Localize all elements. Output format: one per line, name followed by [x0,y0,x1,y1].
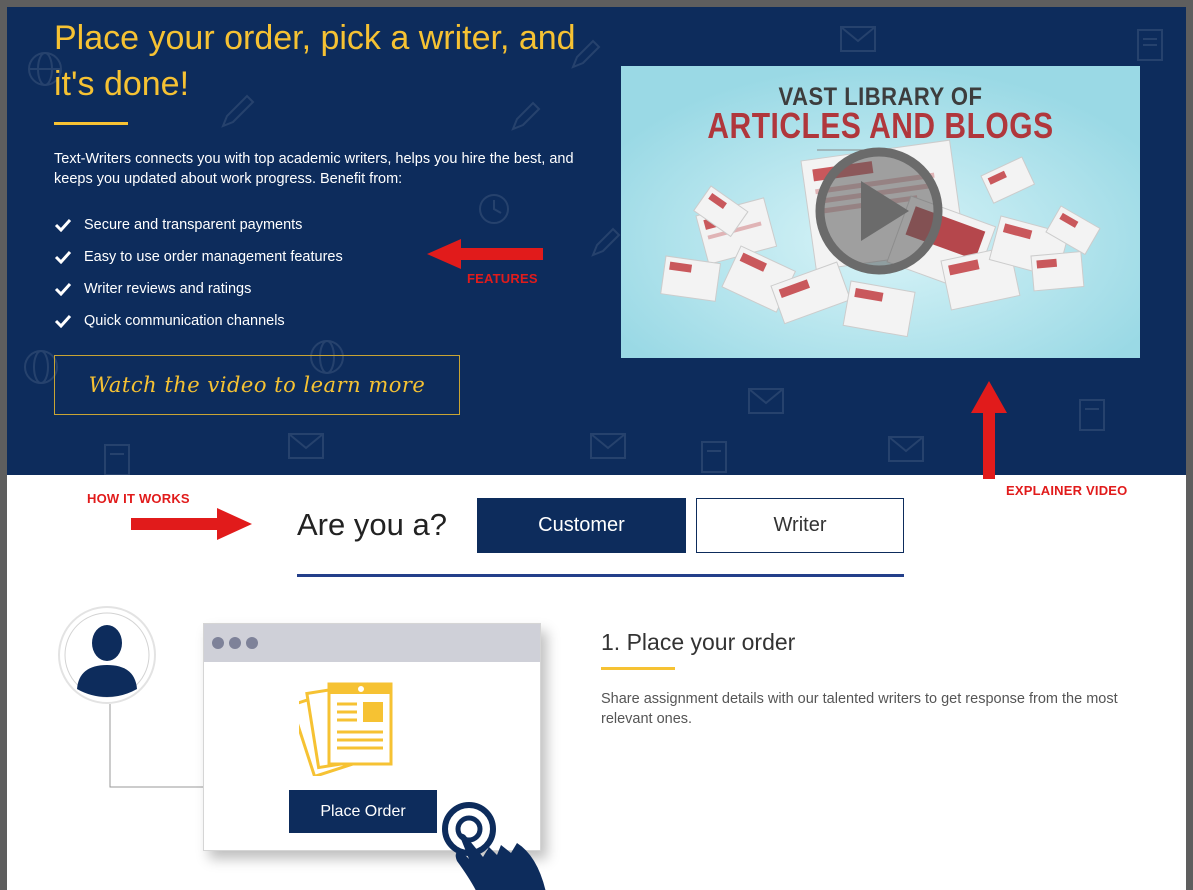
watch-video-button[interactable]: Watch the video to learn more [54,355,460,415]
step-title: 1. Place your order [601,629,796,655]
document-icon [104,444,130,475]
step-underline [601,667,675,670]
role-question: Are you a? [297,507,447,542]
clock-icon [479,194,509,224]
pencil-icon [591,227,621,257]
document-icon [701,441,727,473]
browser-toolbar [204,624,540,662]
checkmark-icon [54,314,72,328]
feature-label: Secure and transparent payments [84,217,303,233]
explainer-video-player[interactable]: VAST LIBRARY OF ARTICLES AND BLOGS [621,66,1140,358]
window-dot-icon [229,637,241,649]
hero-description: Text-Writers connects you with top acade… [54,151,574,187]
tab-customer[interactable]: Customer [477,498,686,553]
play-icon [815,147,943,275]
tab-divider [297,574,904,577]
place-order-button[interactable]: Place Order [289,790,437,833]
feature-item: Easy to use order management features [54,241,343,273]
feature-item: Quick communication channels [54,305,343,337]
annotation-how-it-works: HOW IT WORKS [87,491,190,506]
tab-writer[interactable]: Writer [696,498,904,553]
envelope-icon [748,388,784,414]
envelope-icon [590,433,626,459]
title-underline [54,122,128,125]
envelope-icon [888,436,924,462]
feature-label: Easy to use order management features [84,249,343,265]
checkmark-icon [54,250,72,264]
pointing-hand-icon [442,802,546,890]
features-arrow [427,239,543,269]
page-frame: Place your order, pick a writer, and it'… [0,0,1193,890]
annotation-explainer-video: EXPLAINER VIDEO [1006,483,1128,498]
explainer-video-arrow [971,381,1007,479]
documents-icon [299,682,393,776]
feature-item: Secure and transparent payments [54,209,343,241]
how-it-works-arrow [131,508,252,540]
step-description: Share assignment details with our talent… [601,691,1118,727]
document-icon [1137,29,1163,61]
feature-label: Writer reviews and ratings [84,281,252,297]
envelope-icon [288,433,324,459]
features-list: Secure and transparent payments Easy to … [54,209,343,337]
user-avatar-illustration [58,606,205,788]
hero-section: Place your order, pick a writer, and it'… [7,7,1186,475]
checkmark-icon [54,282,72,296]
video-title-line2: ARTICLES AND BLOGS [707,106,1054,147]
feature-item: Writer reviews and ratings [54,273,343,305]
checkmark-icon [54,218,72,232]
feature-label: Quick communication channels [84,313,285,329]
window-dot-icon [212,637,224,649]
envelope-icon [840,26,876,52]
annotation-features: FEATURES [467,271,538,286]
window-dot-icon [246,637,258,649]
document-icon [1079,399,1105,431]
hero-title: Place your order, pick a writer, and it'… [54,19,576,103]
user-icon [92,625,122,661]
